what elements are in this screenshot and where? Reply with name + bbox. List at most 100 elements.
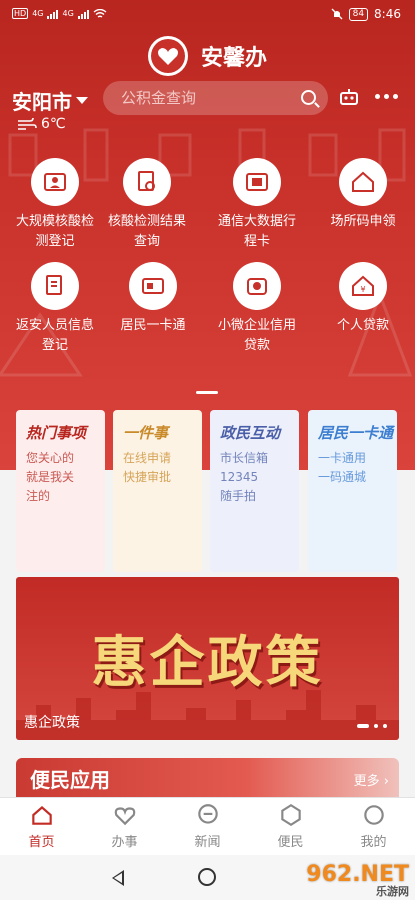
card-line: 12345 [220,470,259,484]
service-label: 返安人员信息登记 [15,318,94,353]
feature-cards: 热门事项 您关心的 就是我关 注的 一件事 在线申请 快捷审批 政民互动 市长信箱 12345 随手… [16,410,415,572]
hexagon-icon [280,803,301,827]
tab-label: 首页 [28,835,55,850]
home-circle-icon[interactable] [198,868,216,886]
tab-label: 我的 [360,835,387,850]
app-title: 安馨办 [201,45,268,71]
heart-icon [114,807,135,826]
service-icon-circle [233,262,281,310]
watermark: 962.NET 乐游网 [306,862,409,899]
service-item[interactable]: 小微企业信用贷款 [207,262,307,356]
hd-tag: HD [12,8,29,19]
card-lines: 您关心的 就是我关 注的 [26,449,95,506]
service-icon-circle [339,158,387,206]
wifi-icon [93,8,107,18]
document-edit-icon [46,275,62,295]
convenience-apps-header: 便民应用 更多 › [16,758,399,798]
more-link-label: 更多 [353,774,380,789]
id-card-icon [142,278,164,294]
card-line: 一卡通用 [318,451,367,465]
app-header: 安馨办 [0,36,415,76]
tab-3[interactable]: 便民 [249,802,332,850]
card-line: 市长信箱 [220,451,269,465]
service-label: 场所码申领 [330,214,396,229]
promo-banner[interactable]: 惠企政策 惠企政策 [16,577,399,740]
service-label: 个人贷款 [336,318,389,333]
status-bar: HD 4G 4G 84 8:46 [0,0,415,32]
banner-dots [357,724,387,728]
network-label: 4G [32,9,44,18]
service-label: 居民一卡通 [120,318,186,333]
card-line: 一码通城 [318,470,367,484]
service-item[interactable]: 大规模核酸检测登记 [5,158,105,252]
card-title: 政民互动 [220,424,281,442]
bottom-tab-bar: 首页 办事 新闻 便民 我的 [0,797,415,855]
house-icon [352,171,374,192]
search-icon[interactable] [301,90,316,105]
service-item[interactable]: 居民一卡通 [103,262,203,336]
card-line: 您关心的 [26,451,75,465]
banner-caption: 惠企政策 [24,715,80,731]
card-line: 随手拍 [220,489,257,503]
tab-1[interactable]: 办事 [83,802,166,850]
service-item[interactable]: 通信大数据行程卡 [207,158,307,252]
tab-label: 办事 [111,835,138,850]
service-item[interactable]: ¥ 个人贷款 [313,262,413,336]
temperature: 6℃ [41,116,66,132]
service-label: 小微企业信用贷款 [217,318,296,353]
signal-icon-2 [77,9,89,19]
chevron-down-icon [76,97,88,104]
service-item[interactable]: 场所码申领 [313,158,413,232]
card-title: 一件事 [123,424,169,442]
tab-label: 新闻 [194,835,221,850]
robot-assistant-icon[interactable] [339,88,359,106]
service-icon-circle [31,262,79,310]
signal-icon [47,9,59,19]
service-label: 核酸检测结果查询 [107,214,186,249]
more-link[interactable]: 更多 › [354,770,389,789]
card-title: 居民一卡通 [318,424,394,442]
feature-card[interactable]: 一件事在线申请快捷审批 [113,410,202,572]
card-line: 在线申请 [123,451,172,465]
id-person-icon [44,173,66,191]
chat-icon [197,804,218,824]
card-line: 注的 [26,489,51,503]
back-icon[interactable] [112,870,124,886]
weather: 6℃ [17,116,66,132]
card-lines: 在线申请 快捷审批 [123,449,192,487]
service-icon-circle [233,158,281,206]
service-item[interactable]: 返安人员信息登记 [5,262,105,356]
heart-hand-logo-icon [150,39,185,73]
service-label: 通信大数据行程卡 [217,214,296,249]
city-selector[interactable]: 安阳市 [12,86,88,115]
search-placeholder: 公积金查询 [121,89,197,107]
service-icon-circle [129,262,177,310]
feature-card[interactable]: 热门事项您关心的 就是我关 注的 [16,410,105,572]
tab-4[interactable]: 我的 [332,802,415,850]
battery-icon: 84 [348,7,369,21]
app-logo [147,36,188,76]
card-title: 热门事项 [26,424,87,442]
clock: 8:46 [374,7,401,21]
card-line: 快捷审批 [123,470,172,484]
card-lines: 市长信箱 12345 随手拍 [220,449,289,506]
service-item[interactable]: 核酸检测结果查询 [97,158,197,252]
tab-2[interactable]: 新闻 [166,802,249,850]
service-icon-circle [123,158,171,206]
card-lines: 一卡通用 一码通城 [318,449,387,487]
tab-0[interactable]: 首页 [0,802,83,850]
top-bar: 安阳市 公积金查询 [0,80,415,116]
document-search-icon [138,171,155,191]
tab-label: 便民 [277,835,304,850]
feature-card[interactable]: 居民一卡通一卡通用一码通城 [308,410,397,572]
search-input[interactable]: 公积金查询 [103,81,328,115]
svg-text:¥: ¥ [360,285,365,294]
section-title: 便民应用 [30,768,110,792]
city-label: 安阳市 [12,90,72,114]
person-icon [363,805,384,825]
banner-headline: 惠企政策 [91,629,324,694]
more-menu-icon[interactable] [375,94,398,99]
feature-card[interactable]: 政民互动市长信箱 12345 随手拍 [210,410,299,572]
page-indicator [196,391,218,394]
yen-house-icon: ¥ [352,275,374,296]
